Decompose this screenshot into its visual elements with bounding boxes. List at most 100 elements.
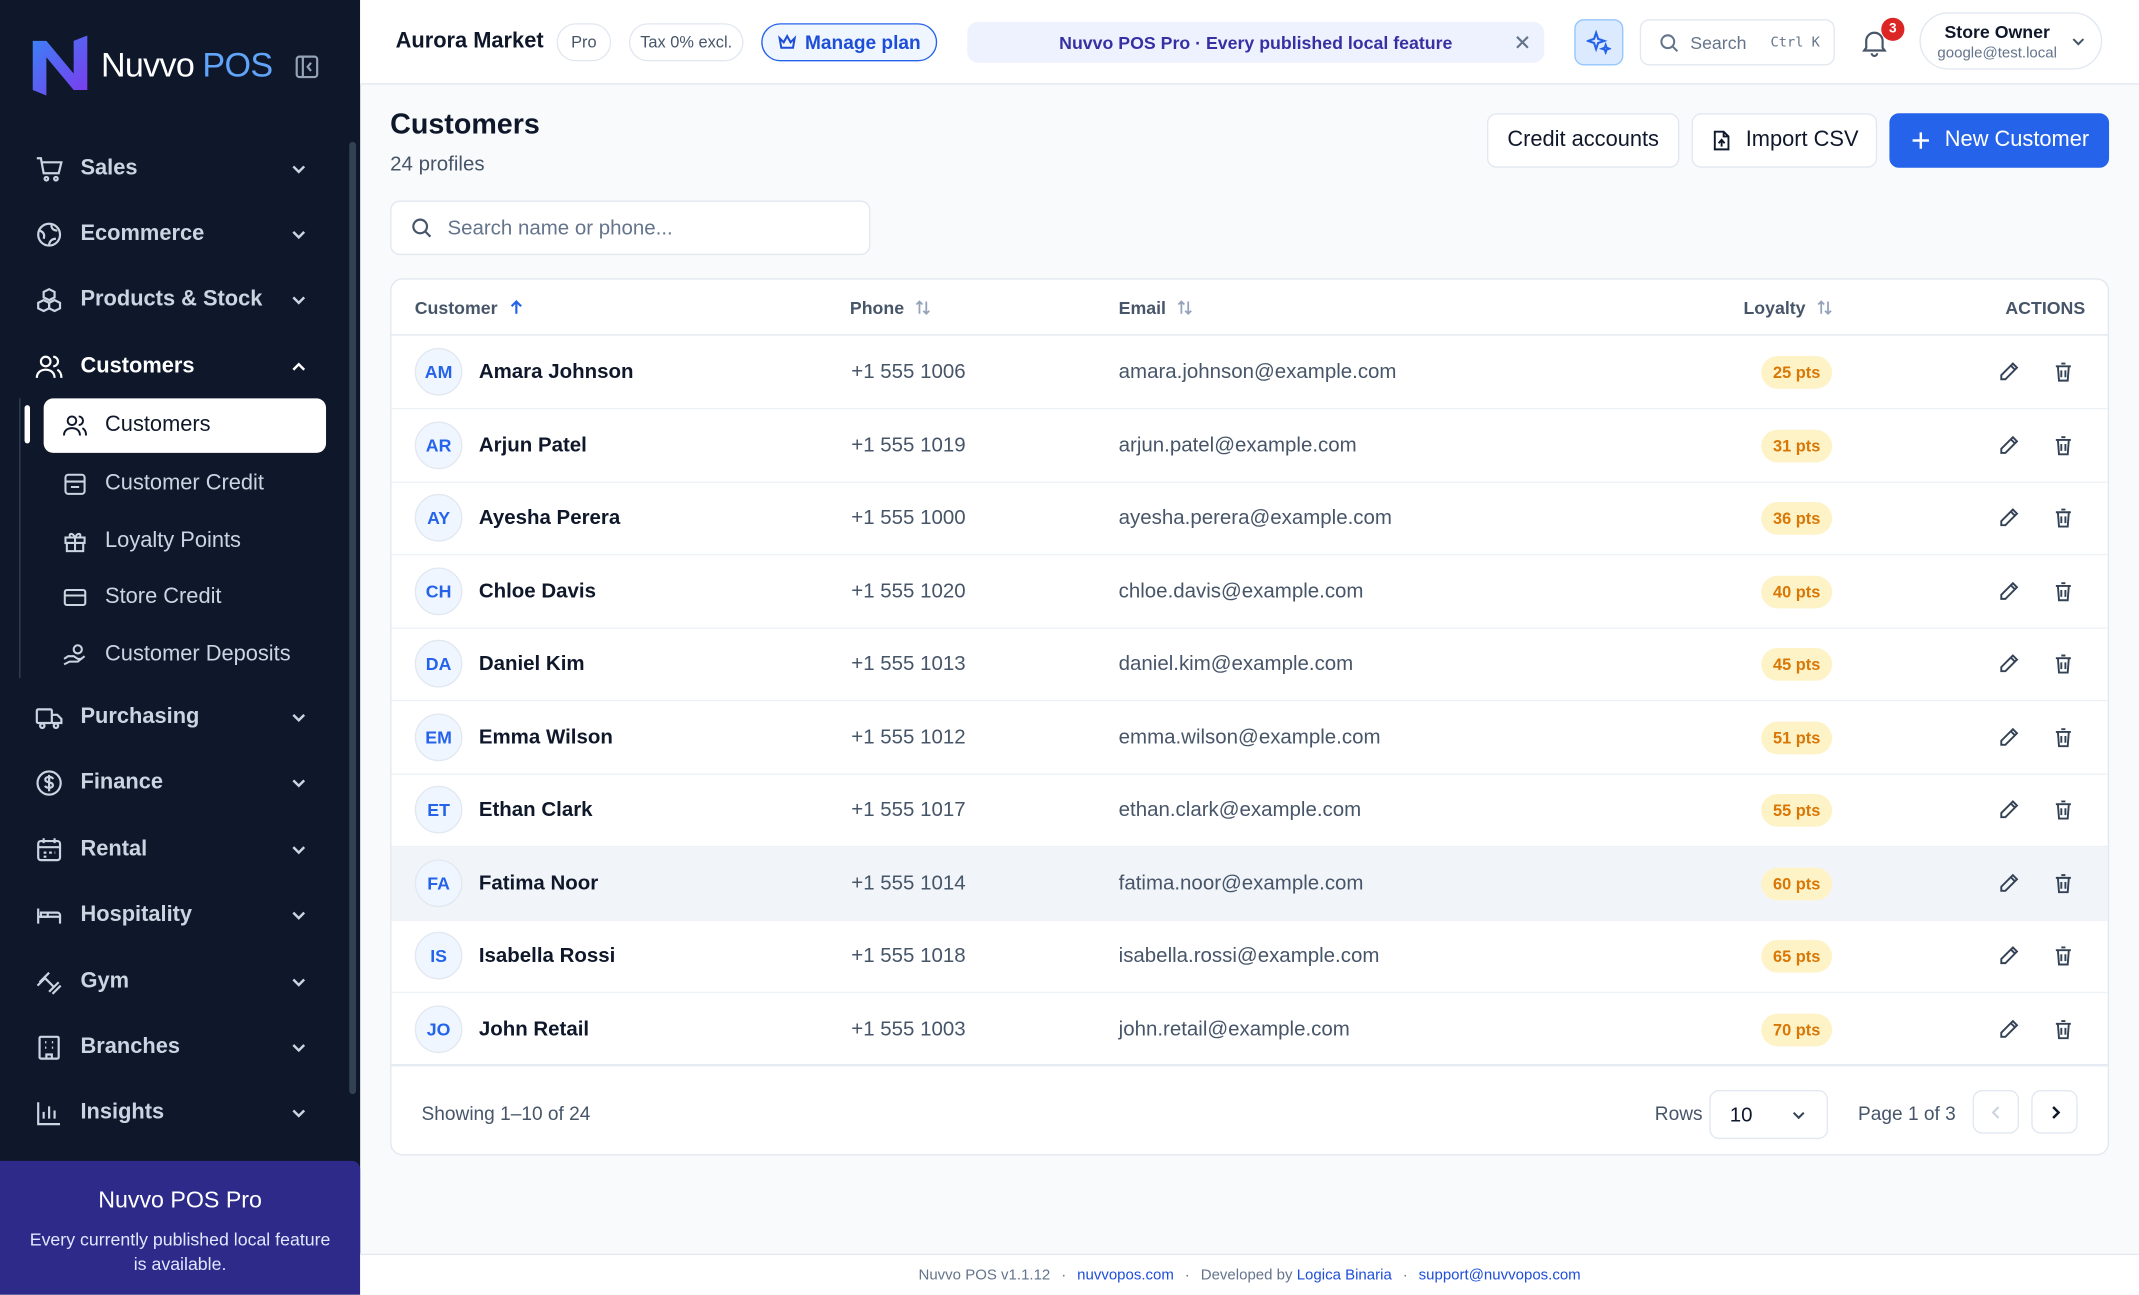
import-csv-button[interactable]: Import CSV — [1691, 113, 1878, 168]
customer-name[interactable]: Emma Wilson — [479, 725, 613, 748]
column-loyalty[interactable]: Loyalty — [1743, 297, 1832, 318]
new-customer-button[interactable]: New Customer — [1889, 113, 2110, 168]
table-row[interactable]: AR Arjun Patel +1 555 1019 arjun.patel@exam… — [391, 409, 2108, 483]
column-email[interactable]: Email — [1119, 297, 1194, 318]
table-row[interactable]: CH Chloe Davis +1 555 1020 chloe.davis@exam… — [391, 555, 2108, 629]
sidebar-item-insights[interactable]: Insights — [35, 1089, 313, 1138]
sidebar-item-label: Gym — [80, 969, 130, 994]
prev-page-button[interactable] — [1972, 1089, 2020, 1134]
customer-name[interactable]: Isabella Rossi — [479, 944, 616, 967]
sidebar-item-label: Rental — [80, 837, 148, 861]
sidebar-subitem-loyalty-points[interactable]: Loyalty Points — [63, 517, 322, 566]
trash-icon[interactable] — [2052, 360, 2075, 383]
customer-name[interactable]: Ethan Clark — [479, 798, 593, 821]
sidebar-subitem-store-credit[interactable]: Store Credit — [63, 573, 322, 622]
ai-assistant-button[interactable] — [1574, 19, 1624, 66]
store-name[interactable]: Aurora Market — [396, 30, 544, 55]
sidebar-subitem-customer-credit[interactable]: Customer Credit — [63, 460, 322, 509]
customer-name[interactable]: Chloe Davis — [479, 579, 596, 602]
edit-icon[interactable] — [1997, 725, 2020, 748]
manage-plan-button[interactable]: Manage plan — [761, 23, 938, 62]
customer-email: ethan.clark@example.com — [1118, 798, 1362, 822]
support-link[interactable]: support@nuvvopos.com — [1419, 1267, 1581, 1283]
table-row[interactable]: AY Ayesha Perera +1 555 1000 ayesha.perera@… — [391, 482, 2108, 556]
sidebar-item-customers[interactable]: Customers — [35, 342, 313, 391]
global-search[interactable]: Search Ctrl K — [1639, 19, 1835, 66]
collapse-sidebar-icon[interactable] — [295, 55, 320, 80]
next-page-button[interactable] — [2031, 1089, 2078, 1134]
sidebar-item-finance[interactable]: Finance — [35, 758, 313, 807]
edit-icon[interactable] — [1997, 433, 2020, 456]
customer-avatar: CH — [414, 566, 463, 615]
customer-name[interactable]: Arjun Patel — [479, 433, 587, 456]
sidebar-subitem-customer-deposits[interactable]: Customer Deposits — [63, 630, 322, 679]
customer-search[interactable] — [390, 200, 871, 256]
trash-icon[interactable] — [2052, 798, 2075, 821]
trash-icon[interactable] — [2052, 725, 2075, 748]
sidebar-scrollbar[interactable] — [349, 141, 357, 1095]
sidebar-item-rental[interactable]: Rental — [35, 825, 313, 874]
trash-icon[interactable] — [2052, 433, 2075, 456]
developer-link[interactable]: Logica Binaria — [1297, 1267, 1392, 1283]
table-row[interactable]: DA Daniel Kim +1 555 1013 daniel.kim@exampl… — [391, 628, 2108, 702]
chevron-down-icon — [292, 779, 306, 788]
customer-name[interactable]: Amara Johnson — [479, 360, 634, 383]
customer-name[interactable]: John Retail — [479, 1017, 589, 1040]
rows-per-page-select[interactable]: 10 — [1709, 1089, 1829, 1140]
edit-icon[interactable] — [1997, 360, 2020, 383]
column-phone[interactable]: Phone — [850, 297, 931, 318]
customer-phone: +1 555 1006 — [851, 360, 966, 384]
column-customer[interactable]: Customer — [415, 297, 525, 318]
credit-accounts-button[interactable]: Credit accounts — [1486, 113, 1680, 168]
sidebar-item-products-stock[interactable]: Products & Stock — [35, 276, 313, 325]
search-icon — [412, 218, 432, 238]
chevron-left-icon — [1990, 1105, 1999, 1119]
table-footer: Showing 1–10 of 24 Rows 10 Page 1 of 3 — [391, 1064, 2108, 1154]
loyalty-badge: 45 pts — [1761, 647, 1833, 681]
customer-search-input[interactable] — [447, 216, 844, 240]
close-icon[interactable] — [1512, 31, 1534, 53]
chevron-down-icon — [292, 978, 306, 987]
table-row[interactable]: EM Emma Wilson +1 555 1012 emma.wilson@exam… — [391, 701, 2108, 775]
trash-icon[interactable] — [2052, 871, 2075, 894]
sidebar-item-branches[interactable]: Branches — [35, 1023, 313, 1072]
promo-text: Every currently published local feature … — [29, 1229, 331, 1275]
tax-badge[interactable]: Tax 0% excl. — [628, 23, 744, 62]
customer-phone: +1 555 1017 — [851, 798, 966, 822]
edit-icon[interactable] — [1997, 652, 2020, 675]
sidebar-item-sales[interactable]: Sales — [35, 145, 313, 194]
customer-name[interactable]: Fatima Noor — [479, 871, 598, 894]
chevron-down-icon — [292, 846, 306, 855]
sidebar-item-hospitality[interactable]: Hospitality — [35, 891, 313, 940]
pagination-summary: Showing 1–10 of 24 — [421, 1102, 591, 1125]
trash-icon[interactable] — [2052, 944, 2075, 967]
table-row[interactable]: JO John Retail +1 555 1003 john.retail@exam… — [391, 992, 2108, 1067]
trash-icon[interactable] — [2052, 579, 2075, 602]
trash-icon[interactable] — [2052, 652, 2075, 675]
table-row[interactable]: ET Ethan Clark +1 555 1017 ethan.clark@exam… — [391, 774, 2108, 848]
table-row[interactable]: FA Fatima Noor +1 555 1014 fatima.noor@exam… — [391, 846, 2108, 921]
edit-icon[interactable] — [1997, 1017, 2020, 1040]
sidebar-subitem-customers[interactable]: Customers — [43, 398, 327, 453]
sidebar-item-ecommerce[interactable]: Ecommerce — [35, 210, 313, 259]
edit-icon[interactable] — [1997, 506, 2020, 529]
table-row[interactable]: IS Isabella Rossi +1 555 1018 isabella.ross… — [391, 919, 2108, 994]
sidebar-item-gym[interactable]: Gym — [35, 958, 313, 1007]
customer-email: isabella.rossi@example.com — [1118, 944, 1380, 968]
edit-icon[interactable] — [1997, 944, 2020, 967]
edit-icon[interactable] — [1997, 871, 2020, 894]
trash-icon[interactable] — [2052, 1017, 2075, 1040]
edit-icon[interactable] — [1997, 798, 2020, 821]
sidebar-item-purchasing[interactable]: Purchasing — [35, 693, 313, 742]
user-menu[interactable]: Store Owner google@test.local — [1919, 12, 2103, 70]
sidebar-item-label: Products & Stock — [80, 287, 263, 312]
edit-icon[interactable] — [1997, 579, 2020, 602]
customer-email: chloe.davis@example.com — [1118, 579, 1364, 603]
customer-name[interactable]: Daniel Kim — [479, 652, 585, 675]
brand-logo[interactable]: Nuvvo POS — [27, 33, 273, 98]
website-link[interactable]: nuvvopos.com — [1077, 1267, 1174, 1283]
page-title: Customers — [390, 109, 540, 141]
trash-icon[interactable] — [2052, 506, 2075, 529]
customer-name[interactable]: Ayesha Perera — [479, 506, 620, 529]
table-row[interactable]: AM Amara Johnson +1 555 1006 amara.johnson@… — [391, 336, 2108, 410]
